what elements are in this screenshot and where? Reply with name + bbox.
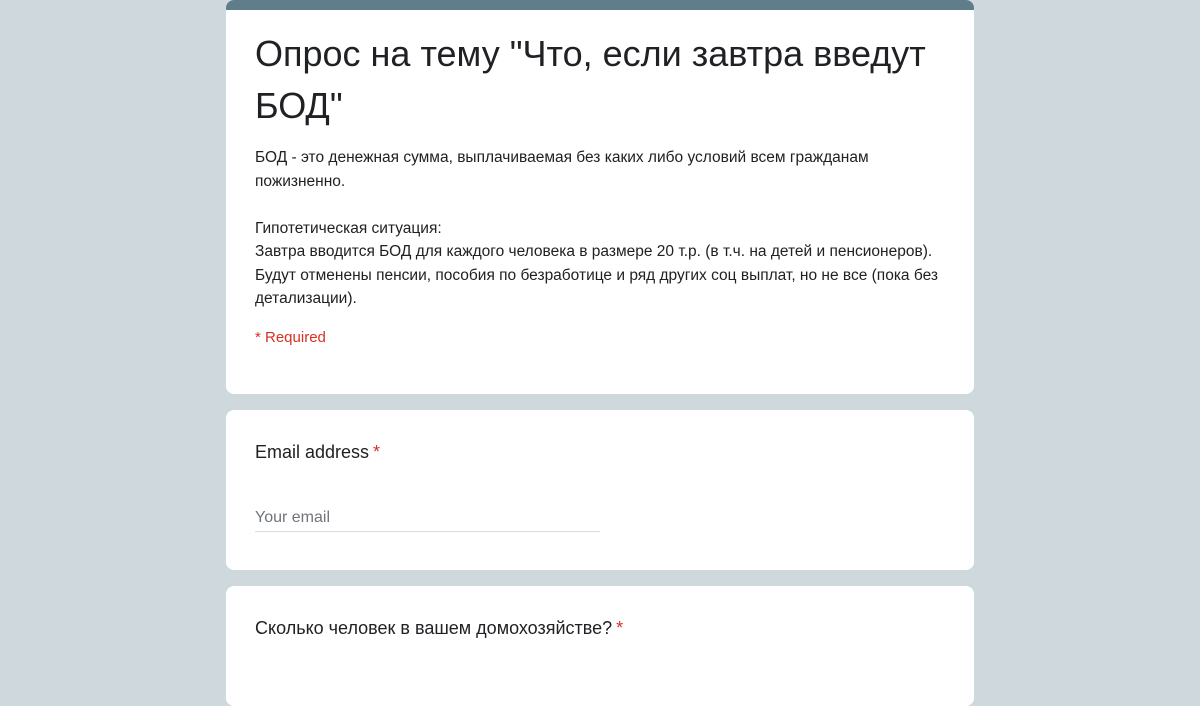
required-asterisk: * <box>373 442 381 462</box>
email-input[interactable] <box>255 507 600 532</box>
form-column: Опрос на тему "Что, если завтра введут Б… <box>226 0 974 706</box>
form-description: БОД - это денежная сумма, выплачиваемая … <box>255 149 938 307</box>
question-title-household: Сколько человек в вашем домохозяйстве? * <box>255 586 946 640</box>
required-note: * Required <box>255 328 326 346</box>
question-card-email: Email address * <box>226 410 974 570</box>
required-asterisk: * <box>616 618 624 638</box>
form-title: Опрос на тему "Что, если завтра введут Б… <box>255 33 926 126</box>
header-accent-bar <box>226 0 974 10</box>
question-label-household: Сколько человек в вашем домохозяйстве? <box>255 618 613 638</box>
question-card-household: Сколько человек в вашем домохозяйстве? * <box>226 586 974 706</box>
question-label-email: Email address <box>255 442 370 462</box>
form-header-card: Опрос на тему "Что, если завтра введут Б… <box>226 0 974 394</box>
question-title-email: Email address * <box>255 410 946 464</box>
